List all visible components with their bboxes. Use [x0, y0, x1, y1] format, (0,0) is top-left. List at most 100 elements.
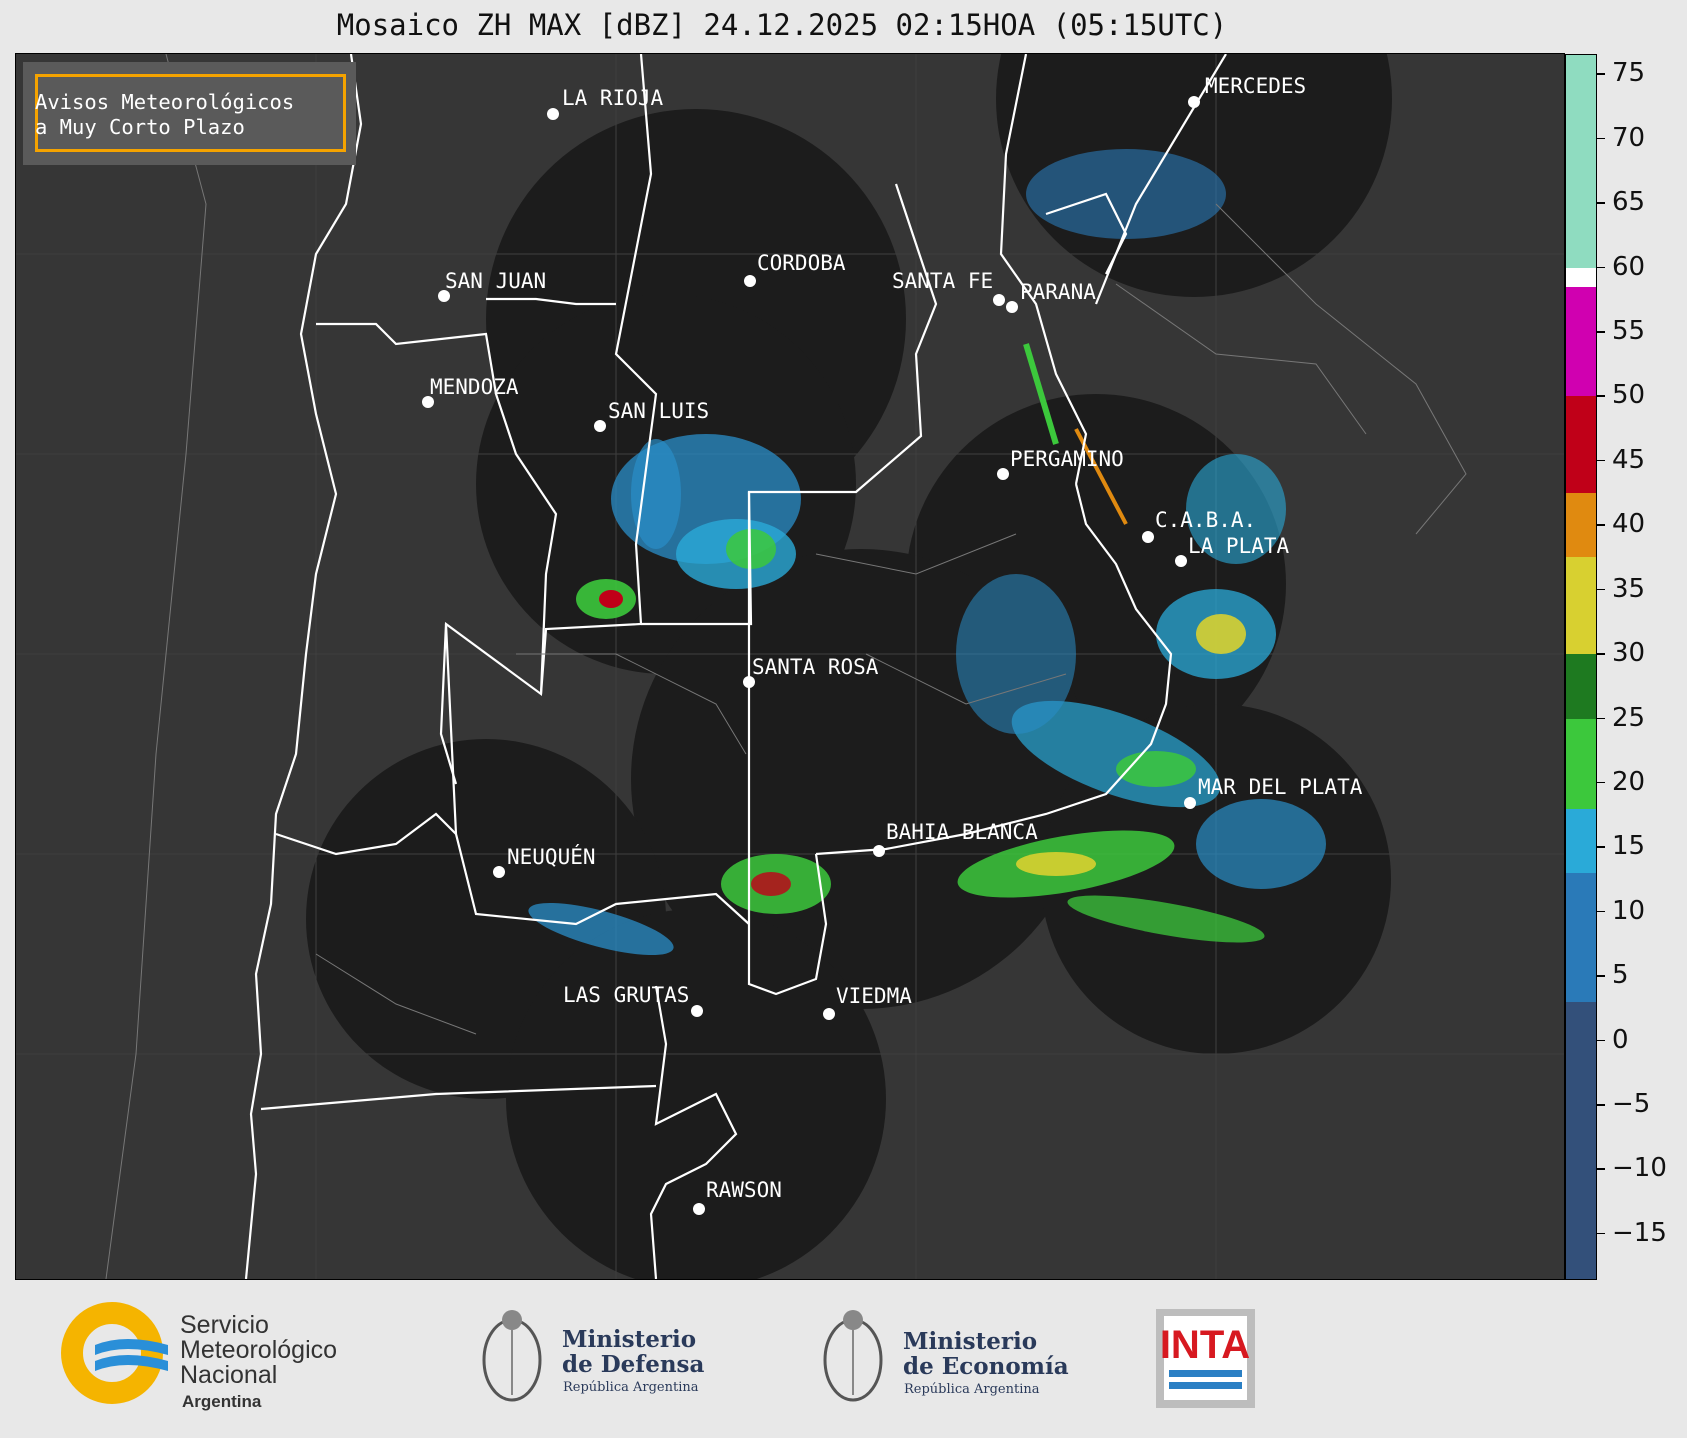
city-label-las-grutas: LAS GRUTAS	[563, 983, 690, 1007]
colorbar-tick-label: 15	[1612, 831, 1646, 862]
city-label-bahia-blanca: BAHIA BLANCA	[886, 820, 1038, 844]
colorbar-tick	[1597, 910, 1605, 913]
city-label-la-plata: LA PLATA	[1188, 534, 1290, 558]
ministerio-economia-logo: Ministerio de Economía República Argenti…	[823, 1310, 1069, 1402]
colorbar-tick-label: 40	[1612, 509, 1646, 540]
defensa-line1: Ministerio	[562, 1326, 696, 1353]
city-label-viedma: VIEDMA	[836, 984, 912, 1008]
city-label-caba: C.A.B.A.	[1155, 508, 1257, 532]
colorbar-tick	[1597, 266, 1605, 269]
city-dot-caba	[1142, 531, 1154, 543]
colorbar-tick	[1597, 524, 1605, 526]
colorbar-tick-label: 25	[1612, 702, 1646, 733]
city-dot-las-grutas	[691, 1005, 703, 1017]
city-label-cordoba: CORDOBA	[757, 251, 846, 275]
notice-line-1: Avisos Meteorológicos	[35, 90, 295, 114]
city-dot-la-plata	[1175, 555, 1187, 567]
colorbar-tick-label: 45	[1612, 444, 1646, 475]
economia-line3: República Argentina	[904, 1382, 1040, 1397]
colorbar-tick	[1597, 73, 1605, 75]
city-dot-neuquen	[493, 866, 505, 878]
city-label-rawson: RAWSON	[706, 1178, 782, 1202]
inta-logo: INTA	[1156, 1309, 1255, 1408]
notice-line-2: a Muy Corto Plazo	[35, 115, 245, 139]
colorbar-tick	[1597, 1104, 1605, 1106]
colorbar-tick	[1597, 975, 1605, 977]
city-label-pergamino: PERGAMINO	[1010, 447, 1124, 471]
colorbar-tick-label: 0	[1612, 1024, 1629, 1055]
colorbar-tick	[1597, 653, 1605, 655]
city-dot-mar-del-plata	[1184, 797, 1196, 809]
colorbar-tick-label: 75	[1612, 58, 1646, 89]
city-label-mercedes: MERCEDES	[1205, 74, 1307, 98]
city-dot-bahia-blanca	[873, 845, 885, 857]
colorbar-tick-label: 20	[1612, 766, 1646, 797]
city-dot-mercedes	[1188, 96, 1200, 108]
city-dot-parana	[1006, 301, 1018, 313]
city-label-mar-del-plata: MAR DEL PLATA	[1198, 775, 1363, 799]
colorbar-segment	[1566, 1001, 1596, 1279]
colorbar-segment	[1566, 654, 1596, 720]
inta-label: INTA	[1160, 1323, 1250, 1367]
colorbar-tick-label: 70	[1612, 122, 1646, 153]
colorbar-tick	[1597, 1168, 1605, 1170]
colorbar-tick	[1597, 846, 1605, 848]
colorbar-tick-label: 60	[1612, 251, 1646, 282]
defensa-line3: República Argentina	[563, 1380, 699, 1395]
smn-logo: Servicio Meteorológico Nacional Argentin…	[61, 1302, 337, 1411]
city-dot-santa-fe	[993, 294, 1005, 306]
city-label-santa-fe: SANTA FE	[892, 269, 994, 293]
city-dot-la-rioja	[547, 108, 559, 120]
colorbar-tick	[1597, 202, 1605, 204]
colorbar-tick	[1597, 1039, 1605, 1042]
radar-map[interactable]: Avisos Meteorológicos a Muy Corto Plazo …	[15, 53, 1565, 1280]
city-label-san-juan: SAN JUAN	[445, 269, 547, 293]
colorbar-tick-label: 65	[1612, 187, 1646, 218]
smn-line3: Nacional	[180, 1361, 277, 1389]
colorbar-segment	[1566, 55, 1596, 269]
city-dot-san-luis	[594, 420, 606, 432]
economia-line1: Ministerio	[903, 1328, 1037, 1355]
colorbar-tick-label: 35	[1612, 573, 1646, 604]
colorbar-tick-label: 50	[1612, 380, 1646, 411]
smn-sun-icon	[61, 1302, 163, 1404]
city-dot-viedma	[823, 1008, 835, 1020]
colorbar	[1565, 54, 1597, 1280]
city-label-mendoza: MENDOZA	[430, 375, 519, 399]
colorbar-segment	[1566, 808, 1596, 874]
city-dot-pergamino	[997, 468, 1009, 480]
defensa-line2: de Defensa	[562, 1351, 704, 1378]
logos-footer: Servicio Meteorológico Nacional Argentin…	[61, 1302, 1255, 1411]
map-title: Mosaico ZH MAX [dBZ] 24.12.2025 02:15HOA…	[336, 8, 1228, 42]
colorbar-tick-label: 30	[1612, 638, 1646, 669]
colorbar-tick-label: −5	[1612, 1089, 1651, 1120]
colorbar-tick	[1597, 395, 1605, 397]
city-label-neuquen: NEUQUÉN	[507, 845, 596, 869]
colorbar-segment	[1566, 718, 1596, 810]
city-label-santa-rosa: SANTA ROSA	[752, 655, 879, 679]
colorbar-tick-label: 55	[1612, 316, 1646, 346]
smn-line2: Meteorológico	[180, 1336, 337, 1364]
colorbar-tick-label: 10	[1612, 895, 1646, 926]
smn-line4: Argentina	[182, 1392, 262, 1411]
city-label-la-rioja: LA RIOJA	[562, 86, 664, 110]
city-label-san-luis: SAN LUIS	[608, 399, 710, 423]
economia-line2: de Economía	[903, 1353, 1069, 1380]
smn-line1: Servicio	[180, 1311, 269, 1339]
colorbar-segment	[1566, 873, 1596, 1003]
colorbar-segment	[1566, 286, 1596, 397]
colorbar-tick	[1597, 137, 1605, 140]
colorbar-tick-label: −15	[1612, 1217, 1667, 1248]
colorbar-tick	[1597, 459, 1605, 462]
colorbar-segment	[1566, 557, 1596, 655]
colorbar-tick	[1597, 588, 1605, 591]
colorbar-tick-label: −10	[1612, 1153, 1667, 1184]
city-dot-rawson	[693, 1203, 705, 1215]
colorbar-tick	[1597, 717, 1605, 720]
colorbar-segment	[1566, 396, 1596, 494]
colorbar-tick	[1597, 1232, 1605, 1235]
ministerio-defensa-logo: Ministerio de Defensa República Argentin…	[482, 1310, 704, 1402]
city-dot-cordoba	[744, 275, 756, 287]
colorbar-tick	[1597, 331, 1605, 333]
colorbar-segment	[1566, 267, 1596, 288]
